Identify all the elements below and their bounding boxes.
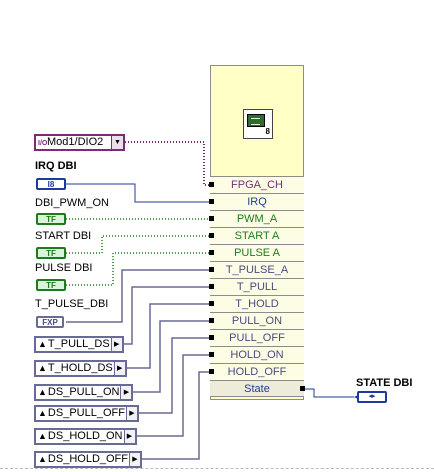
- enum-constant-t-hold-ds[interactable]: ▲T_HOLD_DS ▶: [34, 360, 127, 377]
- state-dbi-indicator[interactable]: ◂▸: [354, 391, 387, 403]
- t-pulse-dbi-control[interactable]: FXP: [36, 316, 64, 328]
- dropdown-arrow-icon[interactable]: ▼: [111, 136, 123, 149]
- terminal-hold-on[interactable]: HOLD_ON: [209, 346, 304, 363]
- enum-constant-ds-hold-on[interactable]: ▲DS_HOLD_ON ▶: [34, 428, 137, 445]
- enum-arrow-icon[interactable]: ▶: [110, 338, 122, 351]
- terminal-t-hold[interactable]: T_HOLD: [209, 295, 304, 312]
- terminal-t-pulse-a[interactable]: T_PULSE_A: [209, 261, 304, 278]
- enum-constant-ds-pull-off[interactable]: ▲DS_PULL_OFF ▶: [34, 405, 139, 422]
- terminal-hold-off[interactable]: HOLD_OFF: [209, 363, 304, 380]
- io-name-value: Mod1/DIO2: [47, 136, 104, 148]
- label-pulse-dbi: PULSE DBI: [35, 262, 93, 274]
- terminal-fpga-ch[interactable]: FPGA_CH: [209, 176, 304, 193]
- enum-arrow-icon[interactable]: ▶: [113, 362, 125, 375]
- start-dbi-control[interactable]: TF: [36, 247, 66, 259]
- terminal-state[interactable]: State: [210, 380, 305, 397]
- label-dbi-pwm-on: DBI_PWM_ON: [35, 197, 109, 209]
- fpga-io-node-icon[interactable]: 8: [243, 109, 273, 139]
- dbi-pwm-on-control[interactable]: TF: [36, 213, 66, 225]
- enum-arrow-icon[interactable]: ▶: [129, 453, 140, 466]
- terminal-irq[interactable]: IRQ: [209, 193, 304, 210]
- terminal-start-a[interactable]: START A: [209, 227, 304, 244]
- io-name-control[interactable]: I/O Mod1/DIO2 ▼: [34, 134, 125, 151]
- wire-t-pulse: [66, 269, 212, 323]
- enum-arrow-icon[interactable]: ▶: [125, 407, 137, 420]
- terminal-pull-on[interactable]: PULL_ON: [209, 312, 304, 329]
- terminal-t-pull[interactable]: T_PULL: [209, 278, 304, 295]
- label-t-pulse-dbi: T_PULSE_DBI: [35, 298, 109, 310]
- enum-arrow-icon[interactable]: ▶: [123, 430, 135, 443]
- wire-hold-on: [134, 354, 212, 437]
- label-start-dbi: START DBI: [35, 230, 92, 242]
- pulse-dbi-control[interactable]: TF: [36, 279, 66, 291]
- wire-pull-off: [134, 337, 212, 414]
- enum-constant-t-pull-ds[interactable]: ▲T_PULL_DS ▶: [34, 336, 124, 353]
- label-irq-dbi: IRQ DBI: [35, 160, 77, 172]
- label-state-dbi: STATE DBI: [356, 377, 413, 389]
- wire-hold-off: [136, 371, 212, 460]
- enum-constant-ds-pull-on[interactable]: ▲DS_PULL_ON ▶: [34, 384, 134, 401]
- wire-fpga-ch: [125, 141, 212, 186]
- terminal-pull-off[interactable]: PULL_OFF: [209, 329, 304, 346]
- enum-constant-ds-hold-off[interactable]: ▲DS_HOLD_OFF ▶: [34, 451, 142, 468]
- enum-arrow-icon[interactable]: ▶: [120, 386, 132, 399]
- wire-state: [304, 388, 354, 398]
- terminal-pwm-a[interactable]: PWM_A: [209, 210, 304, 227]
- wire-t-pull: [116, 286, 212, 345]
- irq-dbi-control[interactable]: I8: [36, 178, 66, 190]
- terminal-pulse-a[interactable]: PULSE A: [209, 244, 304, 261]
